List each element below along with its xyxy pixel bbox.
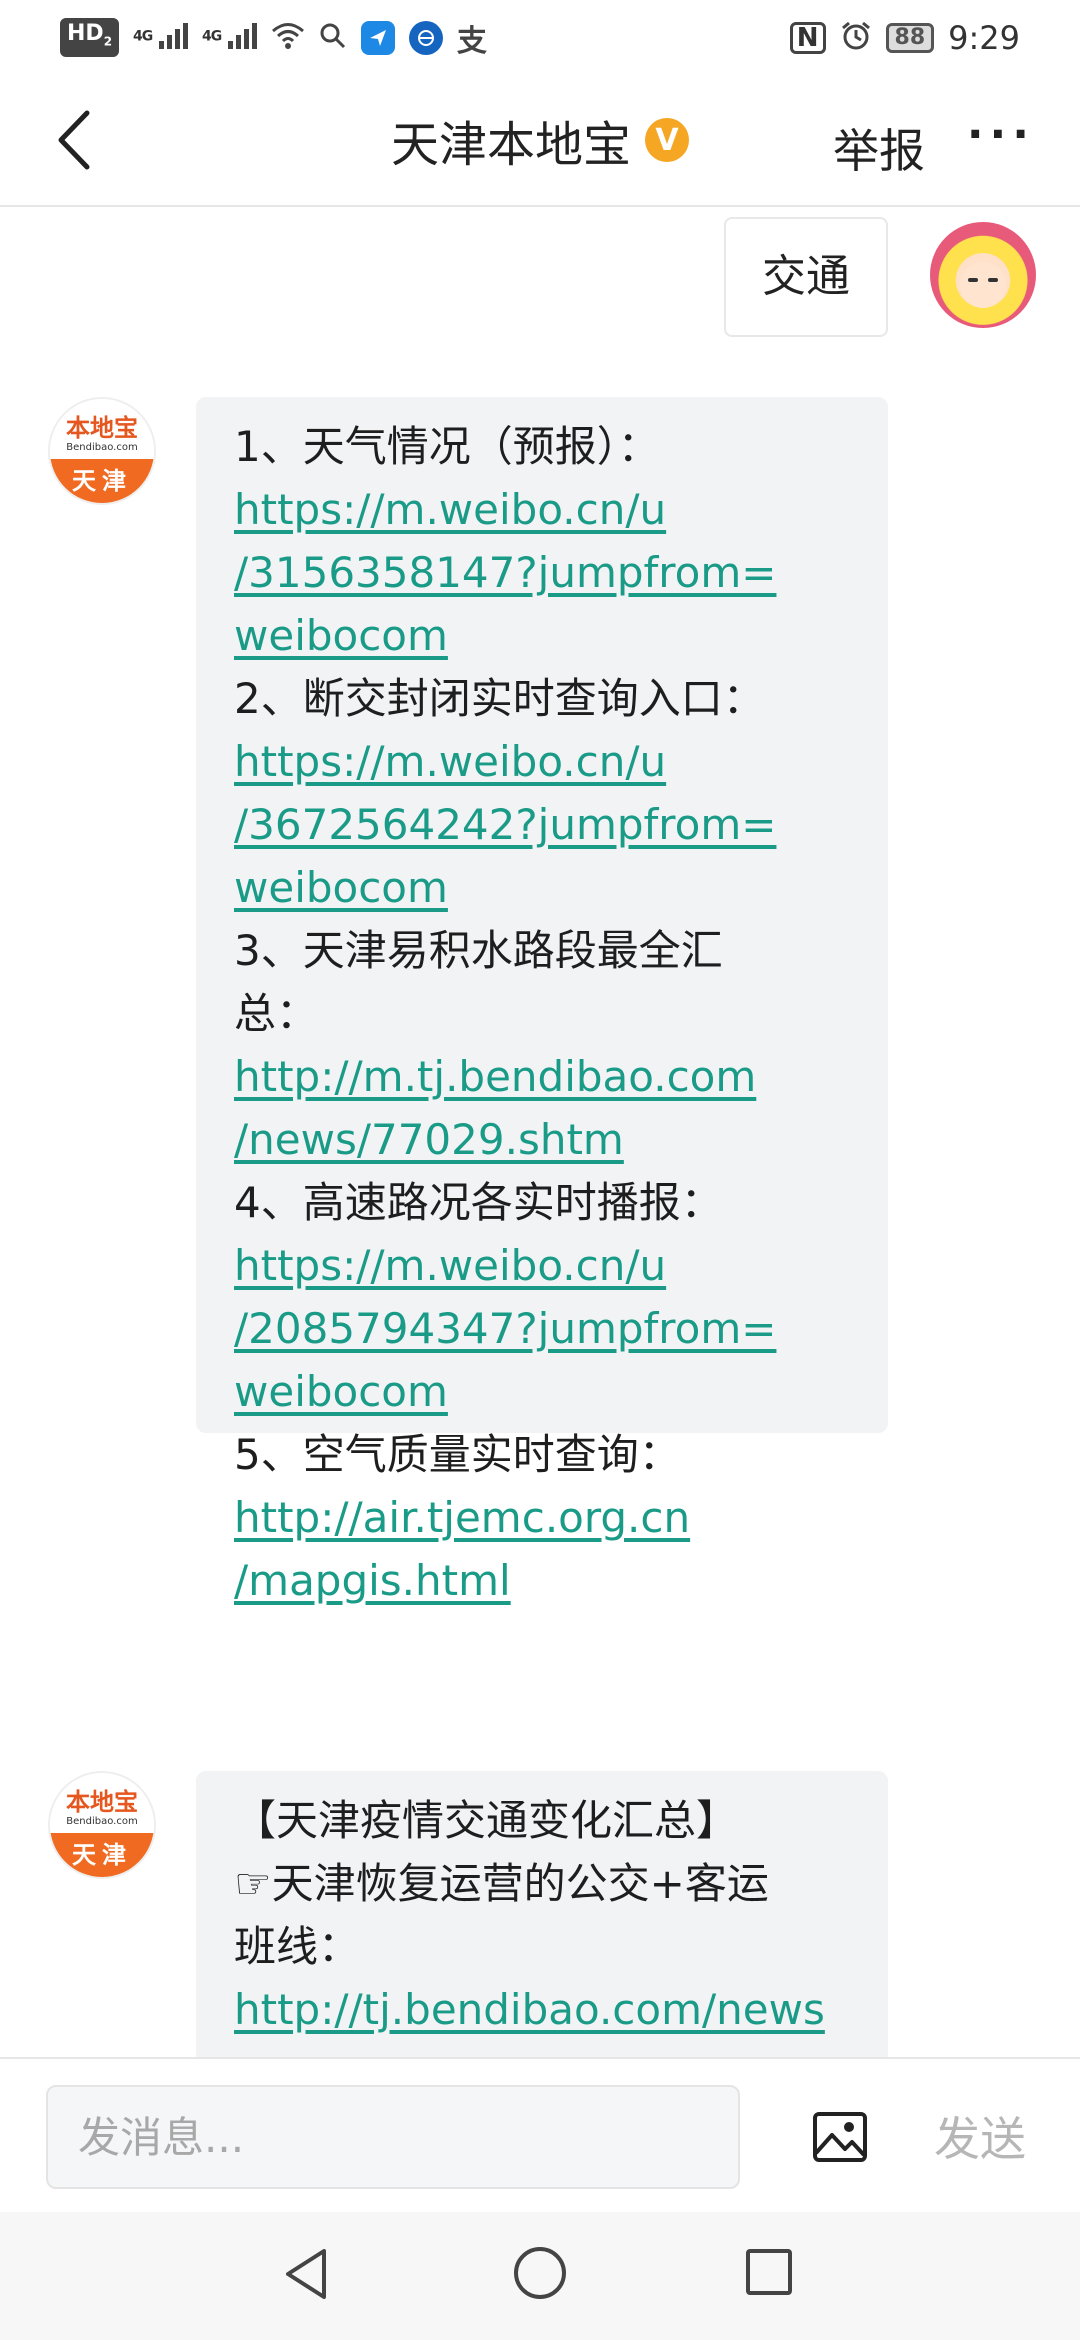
status-right: N 88 9:29 bbox=[789, 18, 1020, 57]
avatar-logo-city: 天津 bbox=[50, 459, 154, 503]
message-link[interactable]: http://tj.bendibao.com/news bbox=[234, 1978, 850, 2041]
avatar-face bbox=[960, 262, 1006, 308]
nav-back-icon[interactable] bbox=[282, 2247, 330, 2305]
clock: 9:29 bbox=[948, 18, 1020, 57]
image-icon bbox=[813, 2112, 867, 2162]
message-link[interactable]: weibocom bbox=[234, 604, 850, 667]
outgoing-message-bubble[interactable]: 交通 bbox=[724, 217, 888, 337]
message-link[interactable]: /2085794347?jumpfrom= bbox=[234, 1297, 850, 1360]
signal-type-label: 4G bbox=[133, 28, 153, 45]
avatar-logo-sub: Bendibao.com bbox=[66, 1816, 138, 1828]
alipay-icon: 支 bbox=[456, 23, 487, 59]
message-link[interactable]: http://air.tjemc.org.cn bbox=[234, 1486, 850, 1549]
avatar-logo-sub: Bendibao.com bbox=[66, 442, 138, 454]
back-chevron-icon bbox=[58, 110, 90, 170]
message-link[interactable]: weibocom bbox=[234, 1360, 850, 1423]
title-group: 天津本地宝 V bbox=[391, 105, 689, 175]
incoming-message-bubble[interactable]: 【天津疫情交通变化汇总】 ☞天津恢复运营的公交+客运 班线： http://tj… bbox=[196, 1771, 888, 2057]
message-line: 1、天气情况（预报）： bbox=[234, 422, 660, 471]
image-button[interactable] bbox=[812, 2111, 868, 2163]
avatar-logo-text: 本地宝 bbox=[66, 1787, 138, 1817]
message-line: 4、高速路况各实时播报： bbox=[234, 1178, 723, 1227]
nfc-icon: N bbox=[789, 21, 826, 54]
verified-badge-icon: V bbox=[645, 118, 689, 162]
avatar-logo-city: 天津 bbox=[50, 1833, 154, 1877]
nav-home-icon[interactable] bbox=[514, 2247, 566, 2299]
signal-icon: 4G bbox=[202, 21, 257, 55]
message-link[interactable]: https://m.weibo.cn/u bbox=[234, 730, 850, 793]
report-button[interactable]: 举报 bbox=[833, 115, 925, 181]
send-button[interactable]: 发送 bbox=[934, 2103, 1026, 2169]
bot-avatar[interactable]: 本地宝 Bendibao.com 天津 bbox=[48, 397, 156, 505]
message-link[interactable]: /news/77029.shtm bbox=[234, 1108, 850, 1171]
wifi-icon bbox=[271, 22, 305, 54]
user-avatar[interactable] bbox=[930, 222, 1036, 328]
message-line: 班线： bbox=[234, 1922, 361, 1971]
back-button[interactable] bbox=[40, 105, 110, 175]
status-left: HD2 4G 4G 支 bbox=[60, 16, 487, 60]
status-bar: HD2 4G 4G 支 N 88 9:29 bbox=[0, 0, 1080, 75]
page-title: 天津本地宝 bbox=[390, 117, 631, 173]
avatar-logo-top: 本地宝 Bendibao.com bbox=[50, 399, 154, 460]
message-link[interactable]: https://m.weibo.cn/u bbox=[234, 478, 850, 541]
search-icon bbox=[319, 22, 347, 54]
message-text: 交通 bbox=[762, 251, 850, 302]
hd-icon: HD2 bbox=[60, 17, 120, 58]
message-line: 总： bbox=[234, 989, 319, 1038]
incoming-message-bubble[interactable]: 1、天气情况（预报）： https://m.weibo.cn/u /315635… bbox=[196, 397, 888, 1605]
signal-type-label: 4G bbox=[201, 28, 222, 45]
chat-header: 天津本地宝 V 举报 ··· bbox=[0, 75, 1080, 207]
app-icon bbox=[408, 20, 443, 55]
app-icon bbox=[360, 20, 395, 55]
message-link[interactable]: http://m.tj.bendibao.com bbox=[234, 1045, 850, 1108]
message-line: 3、天津易积水路段最全汇 bbox=[234, 926, 723, 975]
message-input[interactable] bbox=[46, 2085, 740, 2189]
message-line: 2、断交封闭实时查询入口： bbox=[234, 674, 765, 723]
hd-sub: 2 bbox=[103, 34, 113, 49]
message-line: 【天津疫情交通变化汇总】 bbox=[234, 1796, 739, 1845]
more-button[interactable]: ··· bbox=[967, 109, 1035, 160]
message-line: ☞天津恢复运营的公交+客运 bbox=[234, 1859, 769, 1908]
screen: HD2 4G 4G 支 N 88 9:29 天津本地宝 V 举报 ··· 交通 … bbox=[0, 0, 1080, 2340]
message-link[interactable]: weibocom bbox=[234, 856, 850, 919]
bot-avatar[interactable]: 本地宝 Bendibao.com 天津 bbox=[48, 1771, 156, 1879]
message-link[interactable]: /3156358147?jumpfrom= bbox=[234, 541, 850, 604]
system-nav-bar bbox=[0, 2212, 1080, 2340]
message-link[interactable]: /3672564242?jumpfrom= bbox=[234, 793, 850, 856]
chat-area[interactable]: 交通 本地宝 Bendibao.com 天津 1、天气情况（预报）： https… bbox=[0, 209, 1080, 2057]
battery-icon: 88 bbox=[885, 22, 935, 53]
message-line: 5、空气质量实时查询： bbox=[234, 1430, 681, 1479]
signal-icon: 4G bbox=[133, 21, 188, 55]
hd-label: HD bbox=[67, 20, 104, 46]
message-link[interactable]: /mapgis.html bbox=[234, 1549, 850, 1612]
nav-recent-icon[interactable] bbox=[746, 2249, 792, 2295]
avatar-eye bbox=[988, 278, 998, 282]
avatar-logo-top: 本地宝 Bendibao.com bbox=[50, 1773, 154, 1834]
avatar-eye bbox=[968, 278, 978, 282]
alarm-icon bbox=[840, 20, 872, 56]
message-link[interactable]: https://m.weibo.cn/u bbox=[234, 1234, 850, 1297]
input-bar: 发送 bbox=[0, 2057, 1080, 2212]
avatar-logo-text: 本地宝 bbox=[66, 413, 138, 443]
